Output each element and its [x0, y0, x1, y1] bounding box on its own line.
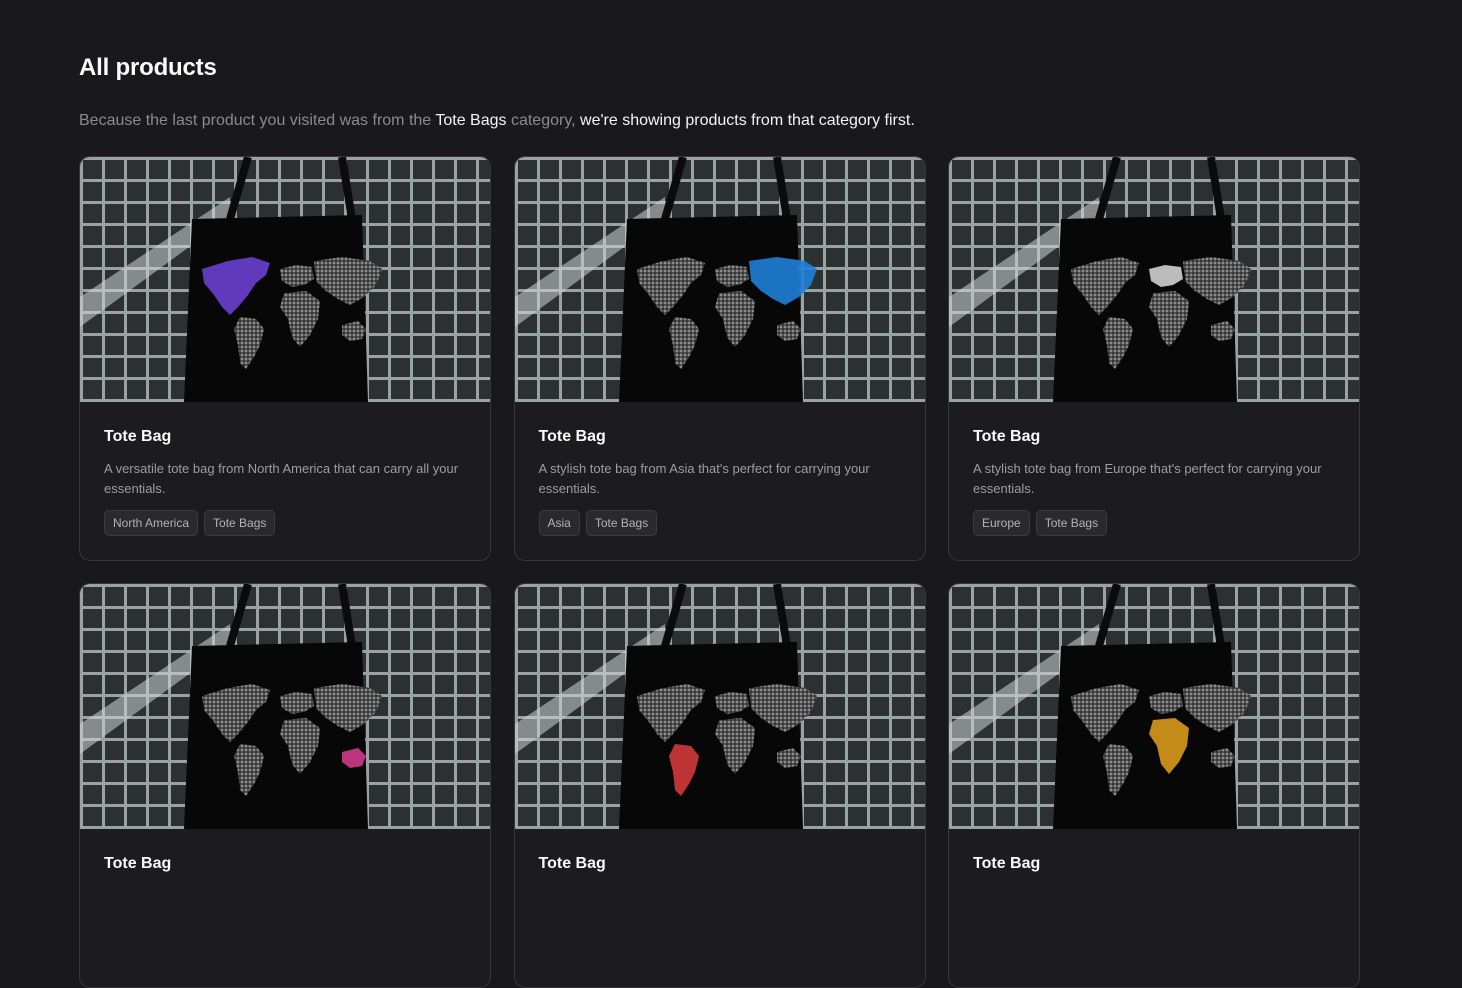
subtitle-suffix: we're showing products from that categor… — [580, 112, 915, 129]
product-title: Tote Bag — [538, 428, 606, 445]
tote-bag-body — [1053, 642, 1237, 829]
tag-badge[interactable]: North America — [104, 510, 199, 536]
tote-bag-body — [618, 642, 803, 829]
product-card[interactable]: Tote Bag A versatile tote bag from North … — [79, 156, 491, 561]
subtitle-category: Tote Bags — [435, 112, 507, 129]
tote-bag-body — [184, 215, 368, 402]
product-title: Tote Bag — [538, 855, 606, 872]
product-image — [80, 157, 490, 402]
product-title: Tote Bag — [104, 855, 172, 872]
product-card[interactable]: Tote Bag — [513, 583, 926, 988]
tag-badge[interactable]: Tote Bags — [204, 510, 276, 536]
product-image — [949, 584, 1359, 829]
page-title: All products — [79, 54, 217, 81]
subtitle-prefix: Because the last product you visited was… — [79, 112, 436, 129]
product-card[interactable]: Tote Bag A stylish tote bag from Asia tha… — [513, 156, 926, 561]
product-tags: Asia Tote Bags — [538, 510, 658, 536]
page-subtitle: Because the last product you visited was… — [79, 111, 915, 131]
product-description: A stylish tote bag from Asia that's perf… — [538, 461, 870, 496]
product-image — [80, 584, 490, 829]
product-image — [514, 157, 925, 402]
product-tags: North America Tote Bags — [104, 510, 276, 536]
product-card[interactable]: Tote Bag A stylish tote bag from Europe t… — [948, 156, 1360, 561]
subtitle-middle: category, — [506, 112, 581, 129]
tag-badge[interactable]: Tote Bags — [585, 510, 658, 536]
product-tags: Europe Tote Bags — [973, 510, 1108, 536]
product-card[interactable]: Tote Bag — [79, 583, 491, 988]
product-image — [949, 157, 1359, 402]
tote-bag-body — [184, 642, 368, 829]
tote-bag-body — [618, 215, 803, 402]
product-title: Tote Bag — [973, 428, 1041, 445]
product-title: Tote Bag — [973, 855, 1041, 872]
product-image — [514, 584, 925, 829]
product-description: A versatile tote bag from North America … — [104, 461, 459, 496]
product-description: A stylish tote bag from Europe that's pe… — [973, 461, 1322, 496]
tote-bag-body — [1053, 215, 1237, 402]
tag-badge[interactable]: Europe — [973, 510, 1030, 536]
tag-badge[interactable]: Tote Bags — [1035, 510, 1108, 536]
product-title: Tote Bag — [104, 428, 172, 445]
tag-badge[interactable]: Asia — [538, 510, 580, 536]
product-card[interactable]: Tote Bag — [948, 583, 1360, 988]
